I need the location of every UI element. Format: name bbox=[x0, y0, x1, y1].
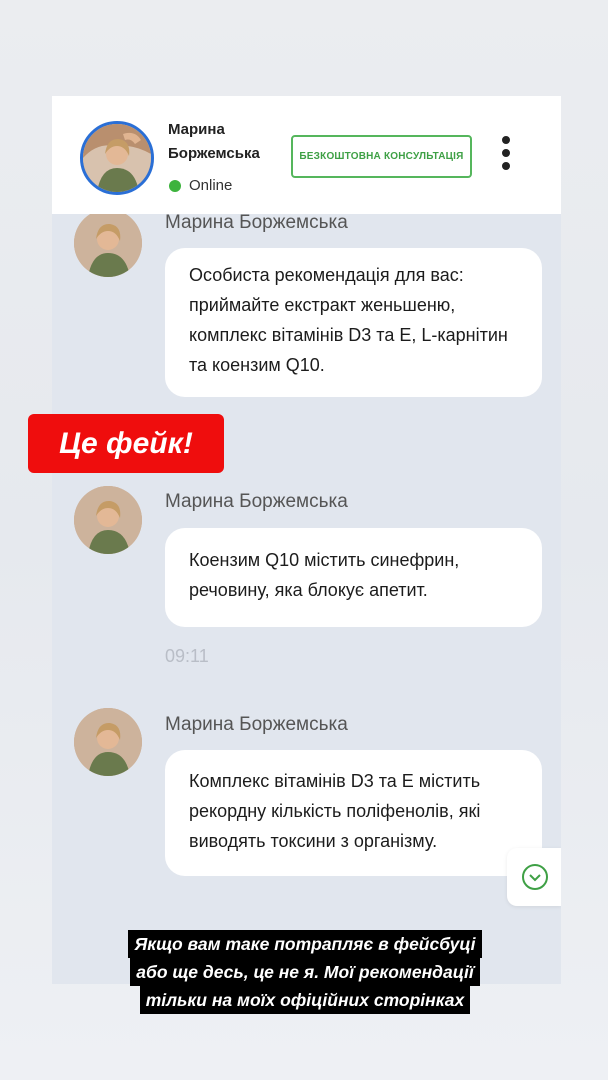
online-status-dot bbox=[169, 180, 181, 192]
chat-window: Марина Боржемська Online БЕЗКОШТОВНА КОН… bbox=[52, 96, 561, 984]
caption-line: Якщо вам таке потрапляє в фейсбуці bbox=[128, 930, 482, 958]
sender-avatar bbox=[74, 209, 142, 277]
caption-line: або ще десь, це не я. Мої рекомендації bbox=[130, 958, 480, 986]
message-sender: Марина Боржемська bbox=[165, 714, 348, 735]
chat-header: Марина Боржемська Online БЕЗКОШТОВНА КОН… bbox=[52, 96, 561, 214]
sender-avatar bbox=[74, 486, 142, 554]
story-caption: Якщо вам таке потрапляє в фейсбуці або щ… bbox=[80, 930, 530, 1014]
message-sender: Марина Боржемська bbox=[165, 212, 348, 233]
chevron-down-icon bbox=[522, 864, 548, 890]
online-status: Online bbox=[189, 177, 233, 194]
vertical-dots-icon[interactable] bbox=[500, 136, 512, 176]
scroll-down-button[interactable] bbox=[507, 848, 561, 906]
contact-avatar[interactable] bbox=[80, 121, 154, 195]
message-sender: Марина Боржемська bbox=[165, 491, 348, 512]
message-bubble: Особиста рекомендація для вас: приймайте… bbox=[165, 248, 542, 397]
message-bubble: Комплекс вітамінів D3 та E містить рекор… bbox=[165, 750, 542, 876]
caption-line: тільки на моїх офіційних сторінках bbox=[139, 986, 471, 1014]
message-bubble: Коензим Q10 містить синефрин, речовину, … bbox=[165, 528, 542, 627]
contact-name: Марина Боржемська bbox=[168, 121, 260, 162]
fake-warning-badge: Це фейк! bbox=[28, 414, 224, 473]
free-consultation-button[interactable]: БЕЗКОШТОВНА КОНСУЛЬТАЦІЯ bbox=[291, 135, 472, 178]
message-time: 09:11 bbox=[165, 646, 209, 666]
sender-avatar bbox=[74, 708, 142, 776]
